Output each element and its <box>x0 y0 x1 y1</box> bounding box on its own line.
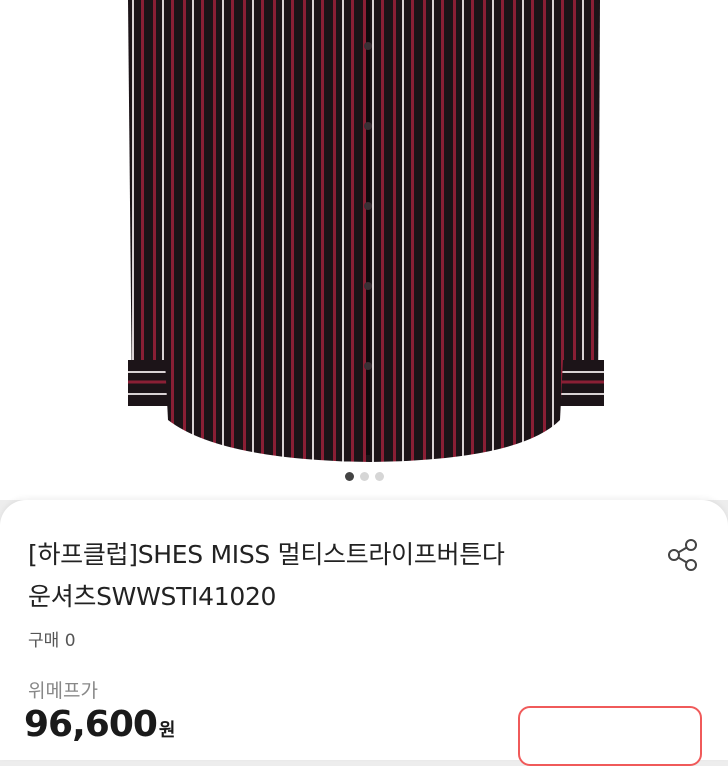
purchase-number: 0 <box>64 631 76 651</box>
product-image <box>0 0 728 500</box>
purchase-label: 구매 <box>28 631 60 651</box>
product-title-line-2: 운셔츠SWWSTI41020 <box>28 582 277 611</box>
pagination-dot[interactable] <box>374 472 384 481</box>
pagination-dot-active[interactable] <box>344 472 354 481</box>
share-button[interactable] <box>664 536 702 574</box>
price-unit: 원 <box>158 720 176 741</box>
product-image-gallery[interactable] <box>0 0 728 500</box>
coupon-button[interactable] <box>518 706 702 766</box>
gallery-pagination <box>0 472 728 481</box>
price-label: 위메프가 <box>28 680 98 702</box>
pagination-dot[interactable] <box>359 472 369 481</box>
share-icon <box>668 539 697 571</box>
product-title: [하프클럽]SHES MISS 멀티스트라이프버튼다 운셔츠SWWSTI4102… <box>28 534 648 618</box>
purchase-count: 구매 0 <box>28 626 76 651</box>
price-value: 96,600 <box>24 704 158 745</box>
product-info-panel: [하프클럽]SHES MISS 멀티스트라이프버튼다 운셔츠SWWSTI4102… <box>0 500 728 766</box>
product-title-line-1: [하프클럽]SHES MISS 멀티스트라이프버튼다 <box>28 540 505 569</box>
price: 96,600 원 <box>24 704 176 745</box>
